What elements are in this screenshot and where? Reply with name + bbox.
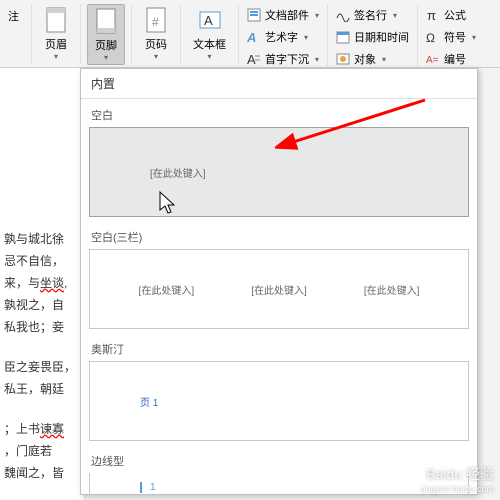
doc-line: 忌不自信， <box>4 250 80 272</box>
placeholder-text: [在此处键入] <box>139 282 195 297</box>
watermark: Baidu 经验 jingyan.baidu.com <box>421 464 494 494</box>
page-indicator: 1 <box>140 482 156 493</box>
header-button[interactable]: 页眉▾ <box>38 4 74 63</box>
doc-line: 孰与城北徐 <box>4 228 80 250</box>
gallery-item-austin[interactable]: 页 1 <box>89 361 469 441</box>
symbol-button[interactable]: Ω 符号▾ <box>424 28 478 46</box>
wordart-icon: A <box>247 30 261 44</box>
gallery-label-edgeline: 边线型 <box>89 449 469 473</box>
doc-line: ，门庭若 <box>4 440 80 462</box>
svg-text:π: π <box>427 8 436 22</box>
page-footer-icon <box>94 7 118 35</box>
omega-icon: Ω <box>426 30 440 44</box>
signature-button[interactable]: 签名行▾ <box>334 6 411 24</box>
number-icon: A= <box>426 52 440 66</box>
calendar-icon <box>336 30 350 44</box>
doc-line: 孰视之，自 <box>4 294 80 316</box>
textbox-icon: A <box>198 6 222 34</box>
pi-icon: π <box>426 8 440 22</box>
page-indicator: 页 1 <box>140 394 158 409</box>
gallery-item-blank[interactable]: [在此处键入] <box>89 127 469 217</box>
textbox-button[interactable]: A 文本框▾ <box>187 4 232 63</box>
note-frag: 注 <box>2 4 25 26</box>
svg-text:Ω: Ω <box>426 31 435 44</box>
dropcap-button[interactable]: A 首字下沉▾ <box>245 50 321 68</box>
gallery-item-edgeline[interactable]: 1 <box>89 473 469 494</box>
wordart-button[interactable]: A 艺术字▾ <box>245 28 321 46</box>
document-body: 孰与城北徐 忌不自信， 来，与坐谈, 孰视之，自 私我也；妾 臣之妾畏臣， 私王… <box>0 68 85 500</box>
footer-gallery-dropdown: 内置 空白 [在此处键入] 空白(三栏) [在此处键入] [在此处键入] [在此… <box>80 68 478 495</box>
placeholder-text: [在此处键入] <box>251 282 307 297</box>
number-button[interactable]: A= 编号 <box>424 50 478 68</box>
footer-button[interactable]: 页脚▾ <box>87 4 125 65</box>
pagenum-icon: # <box>144 6 168 34</box>
object-icon <box>336 52 350 66</box>
placeholder-text: [在此处键入] <box>150 165 206 180</box>
svg-text:A=: A= <box>426 55 439 66</box>
gallery-item-blank3[interactable]: [在此处键入] [在此处键入] [在此处键入] <box>89 249 469 329</box>
doc-line: 臣之妾畏臣， <box>4 356 80 378</box>
doc-line: 私王，朝廷 <box>4 378 80 400</box>
svg-text:A: A <box>247 52 256 66</box>
docparts-icon <box>247 8 261 22</box>
gallery-label-austin: 奥斯汀 <box>89 337 469 361</box>
svg-text:A: A <box>204 13 213 28</box>
doc-line: 来，与坐谈, <box>4 272 80 294</box>
signature-icon <box>336 8 350 22</box>
page-header-icon <box>44 6 68 34</box>
doc-line: ；上书谏寡 <box>4 418 80 440</box>
doc-line: 私我也；妾 <box>4 316 80 338</box>
gallery-label-blank: 空白 <box>89 103 469 127</box>
pagenum-button[interactable]: # 页码▾ <box>138 4 174 63</box>
svg-text:#: # <box>152 15 159 29</box>
gallery-label-blank3: 空白(三栏) <box>89 225 469 249</box>
object-button[interactable]: 对象▾ <box>334 50 411 68</box>
dropdown-header: 内置 <box>81 69 477 99</box>
placeholder-text: [在此处键入] <box>364 282 420 297</box>
datetime-button[interactable]: 日期和时间 <box>334 28 411 46</box>
dropdown-body[interactable]: 空白 [在此处键入] 空白(三栏) [在此处键入] [在此处键入] [在此处键入… <box>81 99 477 494</box>
docparts-button[interactable]: 文档部件▾ <box>245 6 321 24</box>
svg-text:A: A <box>247 30 256 44</box>
ribbon-toolbar: 注 页眉▾ 页脚▾ # 页码▾ A 文本框▾ 文档部件▾ A 艺术字▾ <box>0 0 500 68</box>
dropcap-icon: A <box>247 52 261 66</box>
doc-line: 魏闻之，皆 <box>4 462 80 484</box>
equation-button[interactable]: π 公式 <box>424 6 478 24</box>
